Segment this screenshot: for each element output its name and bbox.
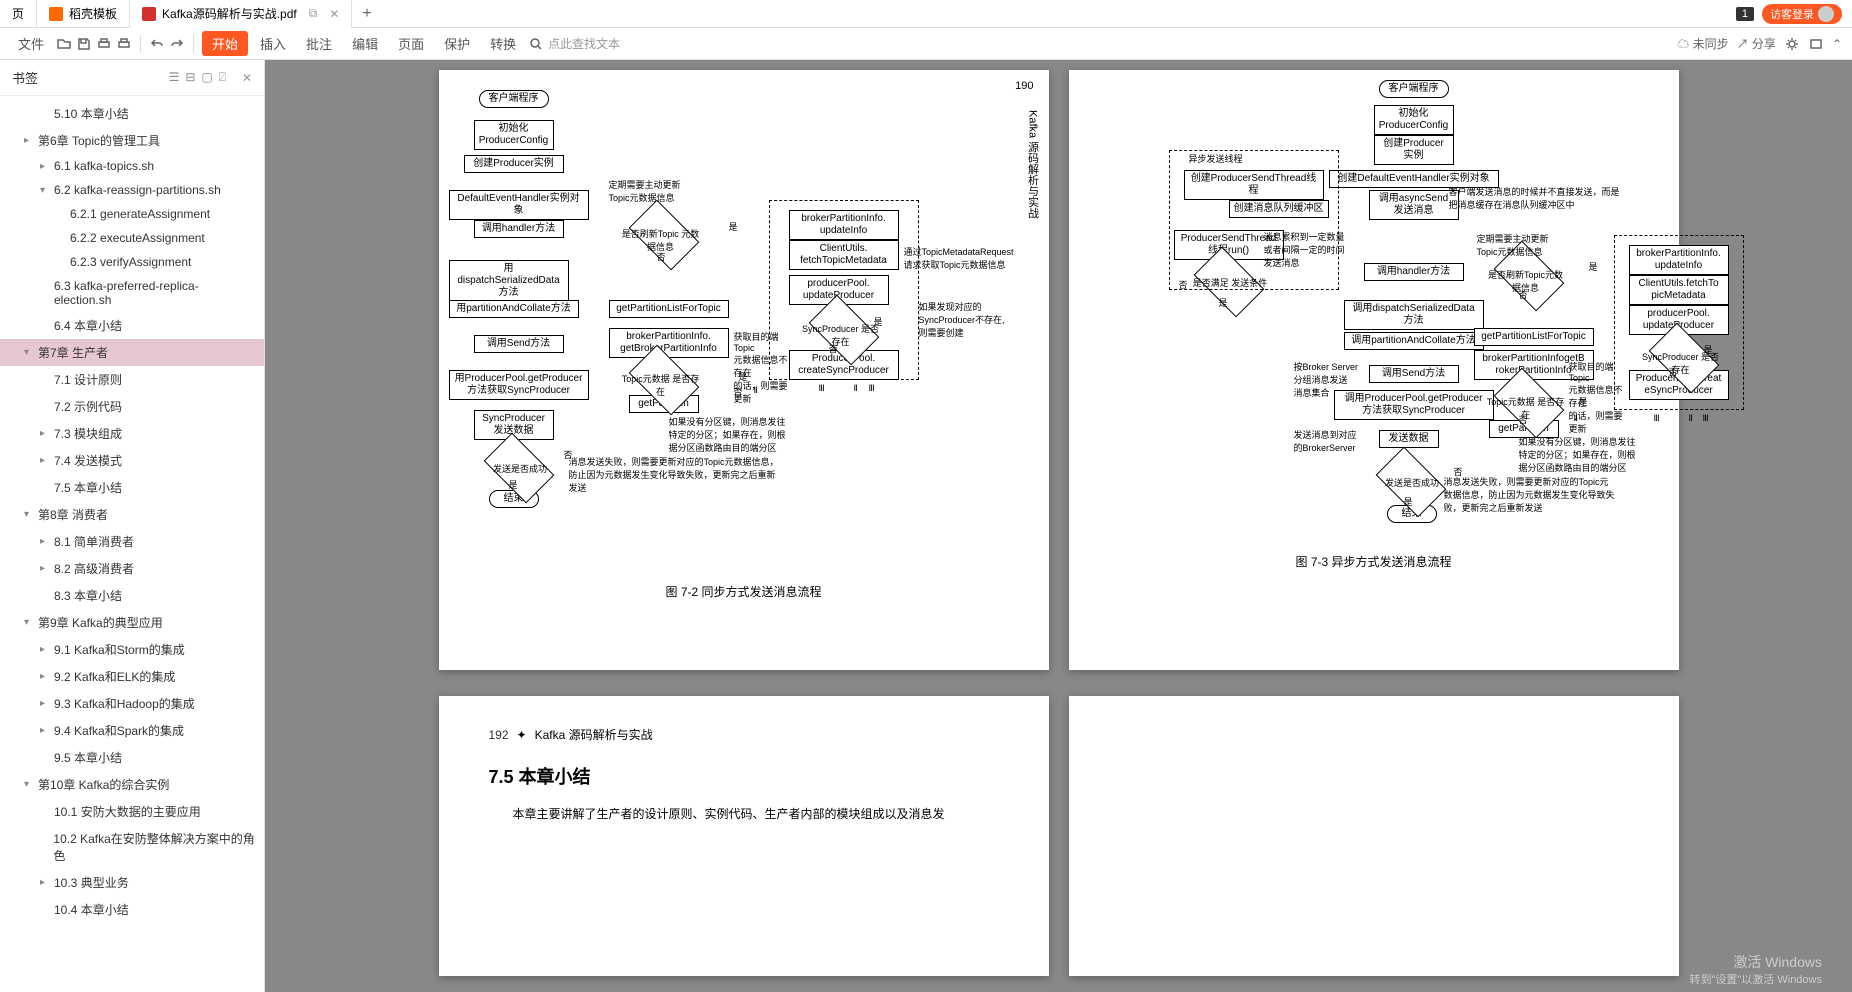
login-button[interactable]: 访客登录 <box>1762 4 1842 24</box>
avatar-icon <box>1818 6 1834 22</box>
document-viewport[interactable]: 190 Kafka 源码解析与实战 客户端程序 初始化 ProducerConf… <box>265 60 1852 992</box>
bookmark-item[interactable]: ▸9.4 Kafka和Spark的集成 <box>0 717 264 744</box>
search-box[interactable]: 点此查找文本 <box>528 35 620 52</box>
bookmark-item[interactable]: ▸9.1 Kafka和Storm的集成 <box>0 636 264 663</box>
share-button[interactable]: ↗ 分享 <box>1737 35 1776 52</box>
bookmark-item[interactable]: 6.4 本章小结 <box>0 312 264 339</box>
sidebar: 书签 ☰ ⊟ ▢ ⍁ ✕ 5.10 本章小结▸第6章 Topic的管理工具▸6.… <box>0 60 265 992</box>
pdf-icon <box>142 7 156 21</box>
bookmark-item[interactable]: 7.2 示例代码 <box>0 393 264 420</box>
search-icon <box>528 36 544 52</box>
insert-tab[interactable]: 插入 <box>252 30 294 57</box>
bookmark-item[interactable]: ▸9.3 Kafka和Hadoop的集成 <box>0 690 264 717</box>
bookmark-item[interactable]: 6.2.2 executeAssignment <box>0 226 264 250</box>
bookmark-item[interactable]: 5.10 本章小结 <box>0 100 264 127</box>
redo-icon[interactable] <box>169 36 185 52</box>
bookmark-item[interactable]: ▾6.2 kafka-reassign-partitions.sh <box>0 178 264 202</box>
bookmark-item[interactable]: ▸6.1 kafka-topics.sh <box>0 154 264 178</box>
collapse-all-icon[interactable]: ⊟ <box>185 70 195 85</box>
bookmark-item[interactable]: 7.5 本章小结 <box>0 474 264 501</box>
bookmark-tree: 5.10 本章小结▸第6章 Topic的管理工具▸6.1 kafka-topic… <box>0 96 264 927</box>
bookmark-item[interactable]: ▸10.3 典型业务 <box>0 869 264 896</box>
outline-icon[interactable]: ☰ <box>169 70 180 85</box>
gear-icon[interactable] <box>1784 36 1800 52</box>
sync-status[interactable]: ☁ 未同步 <box>1677 35 1728 52</box>
toolbar: 文件 开始 插入 批注 编辑 页面 保护 转换 点此查找文本 ☁ 未同步 ↗ 分… <box>0 28 1852 60</box>
page-193 <box>1069 696 1679 976</box>
protect-tab[interactable]: 保护 <box>436 30 478 57</box>
print-icon[interactable] <box>96 36 112 52</box>
collapse-icon[interactable]: ⌃ <box>1832 37 1842 51</box>
sidebar-title: 书签 <box>12 68 38 87</box>
print2-icon[interactable] <box>116 36 132 52</box>
docker-icon <box>49 7 63 21</box>
watermark-sub: 转到"设置"以激活 Windows <box>1690 971 1823 987</box>
file-menu[interactable]: 文件 <box>10 30 52 57</box>
bookmark-item[interactable]: ▸7.4 发送模式 <box>0 447 264 474</box>
page-190: 190 Kafka 源码解析与实战 客户端程序 初始化 ProducerConf… <box>439 70 1049 670</box>
bookmark-item[interactable]: ▸8.1 简单消费者 <box>0 528 264 555</box>
bookmark-item[interactable]: ▸第6章 Topic的管理工具 <box>0 127 264 154</box>
sidebar-close-icon[interactable]: ✕ <box>242 71 252 85</box>
bookmark-item[interactable]: ▾第9章 Kafka的典型应用 <box>0 609 264 636</box>
tab-home[interactable]: 页 <box>0 0 37 28</box>
page-192: 192 ✦ Kafka 源码解析与实战 7.5 本章小结 本章主要讲解了生产者的… <box>439 696 1049 976</box>
undo-icon[interactable] <box>149 36 165 52</box>
bookmark-item[interactable]: 10.1 安防大数据的主要应用 <box>0 798 264 825</box>
bookmark-icon[interactable]: ▢ <box>201 70 212 85</box>
tab-clone-icon[interactable]: ⧉ <box>309 6 318 21</box>
tab-docker[interactable]: 稻壳模板 <box>37 0 130 28</box>
minimize-icon[interactable] <box>1808 36 1824 52</box>
convert-tab[interactable]: 转换 <box>482 30 524 57</box>
bookmark-item[interactable]: 8.3 本章小结 <box>0 582 264 609</box>
bookmark-item[interactable]: 10.2 Kafka在安防整体解决方案中的角色 <box>0 825 264 869</box>
tab-add[interactable]: + <box>352 5 381 23</box>
annotate-tab[interactable]: 批注 <box>298 30 340 57</box>
bookmark-item[interactable]: 10.4 本章小结 <box>0 896 264 923</box>
bookmark-item[interactable]: ▾第8章 消费者 <box>0 501 264 528</box>
bookmark-item[interactable]: 6.2.1 generateAssignment <box>0 202 264 226</box>
titlebar: 页 稻壳模板 Kafka源码解析与实战.pdf⧉✕ + 1 访客登录 <box>0 0 1852 28</box>
bookmark-item[interactable]: ▸8.2 高级消费者 <box>0 555 264 582</box>
bookmark2-icon[interactable]: ⍁ <box>219 70 226 85</box>
tab-pdf[interactable]: Kafka源码解析与实战.pdf⧉✕ <box>130 0 352 28</box>
bookmark-item[interactable]: 6.2.3 verifyAssignment <box>0 250 264 274</box>
edit-tab[interactable]: 编辑 <box>344 30 386 57</box>
bookmark-item[interactable]: 9.5 本章小结 <box>0 744 264 771</box>
bookmark-item[interactable]: 6.3 kafka-preferred-replica-election.sh <box>0 274 264 312</box>
save-icon[interactable] <box>76 36 92 52</box>
folder-open-icon[interactable] <box>56 36 72 52</box>
bookmark-item[interactable]: ▾第7章 生产者 <box>0 339 264 366</box>
bookmark-item[interactable]: 7.1 设计原则 <box>0 366 264 393</box>
watermark: 激活 Windows <box>1733 952 1822 972</box>
page-191: 客户端程序 初始化 ProducerConfig 创建Producer 实例 创… <box>1069 70 1679 670</box>
start-tab[interactable]: 开始 <box>202 31 248 56</box>
close-icon[interactable]: ✕ <box>329 7 339 21</box>
page-tab[interactable]: 页面 <box>390 30 432 57</box>
bookmark-item[interactable]: ▸9.2 Kafka和ELK的集成 <box>0 663 264 690</box>
notif-badge[interactable]: 1 <box>1736 7 1754 21</box>
bookmark-item[interactable]: ▾第10章 Kafka的综合实例 <box>0 771 264 798</box>
bookmark-item[interactable]: ▸7.3 模块组成 <box>0 420 264 447</box>
